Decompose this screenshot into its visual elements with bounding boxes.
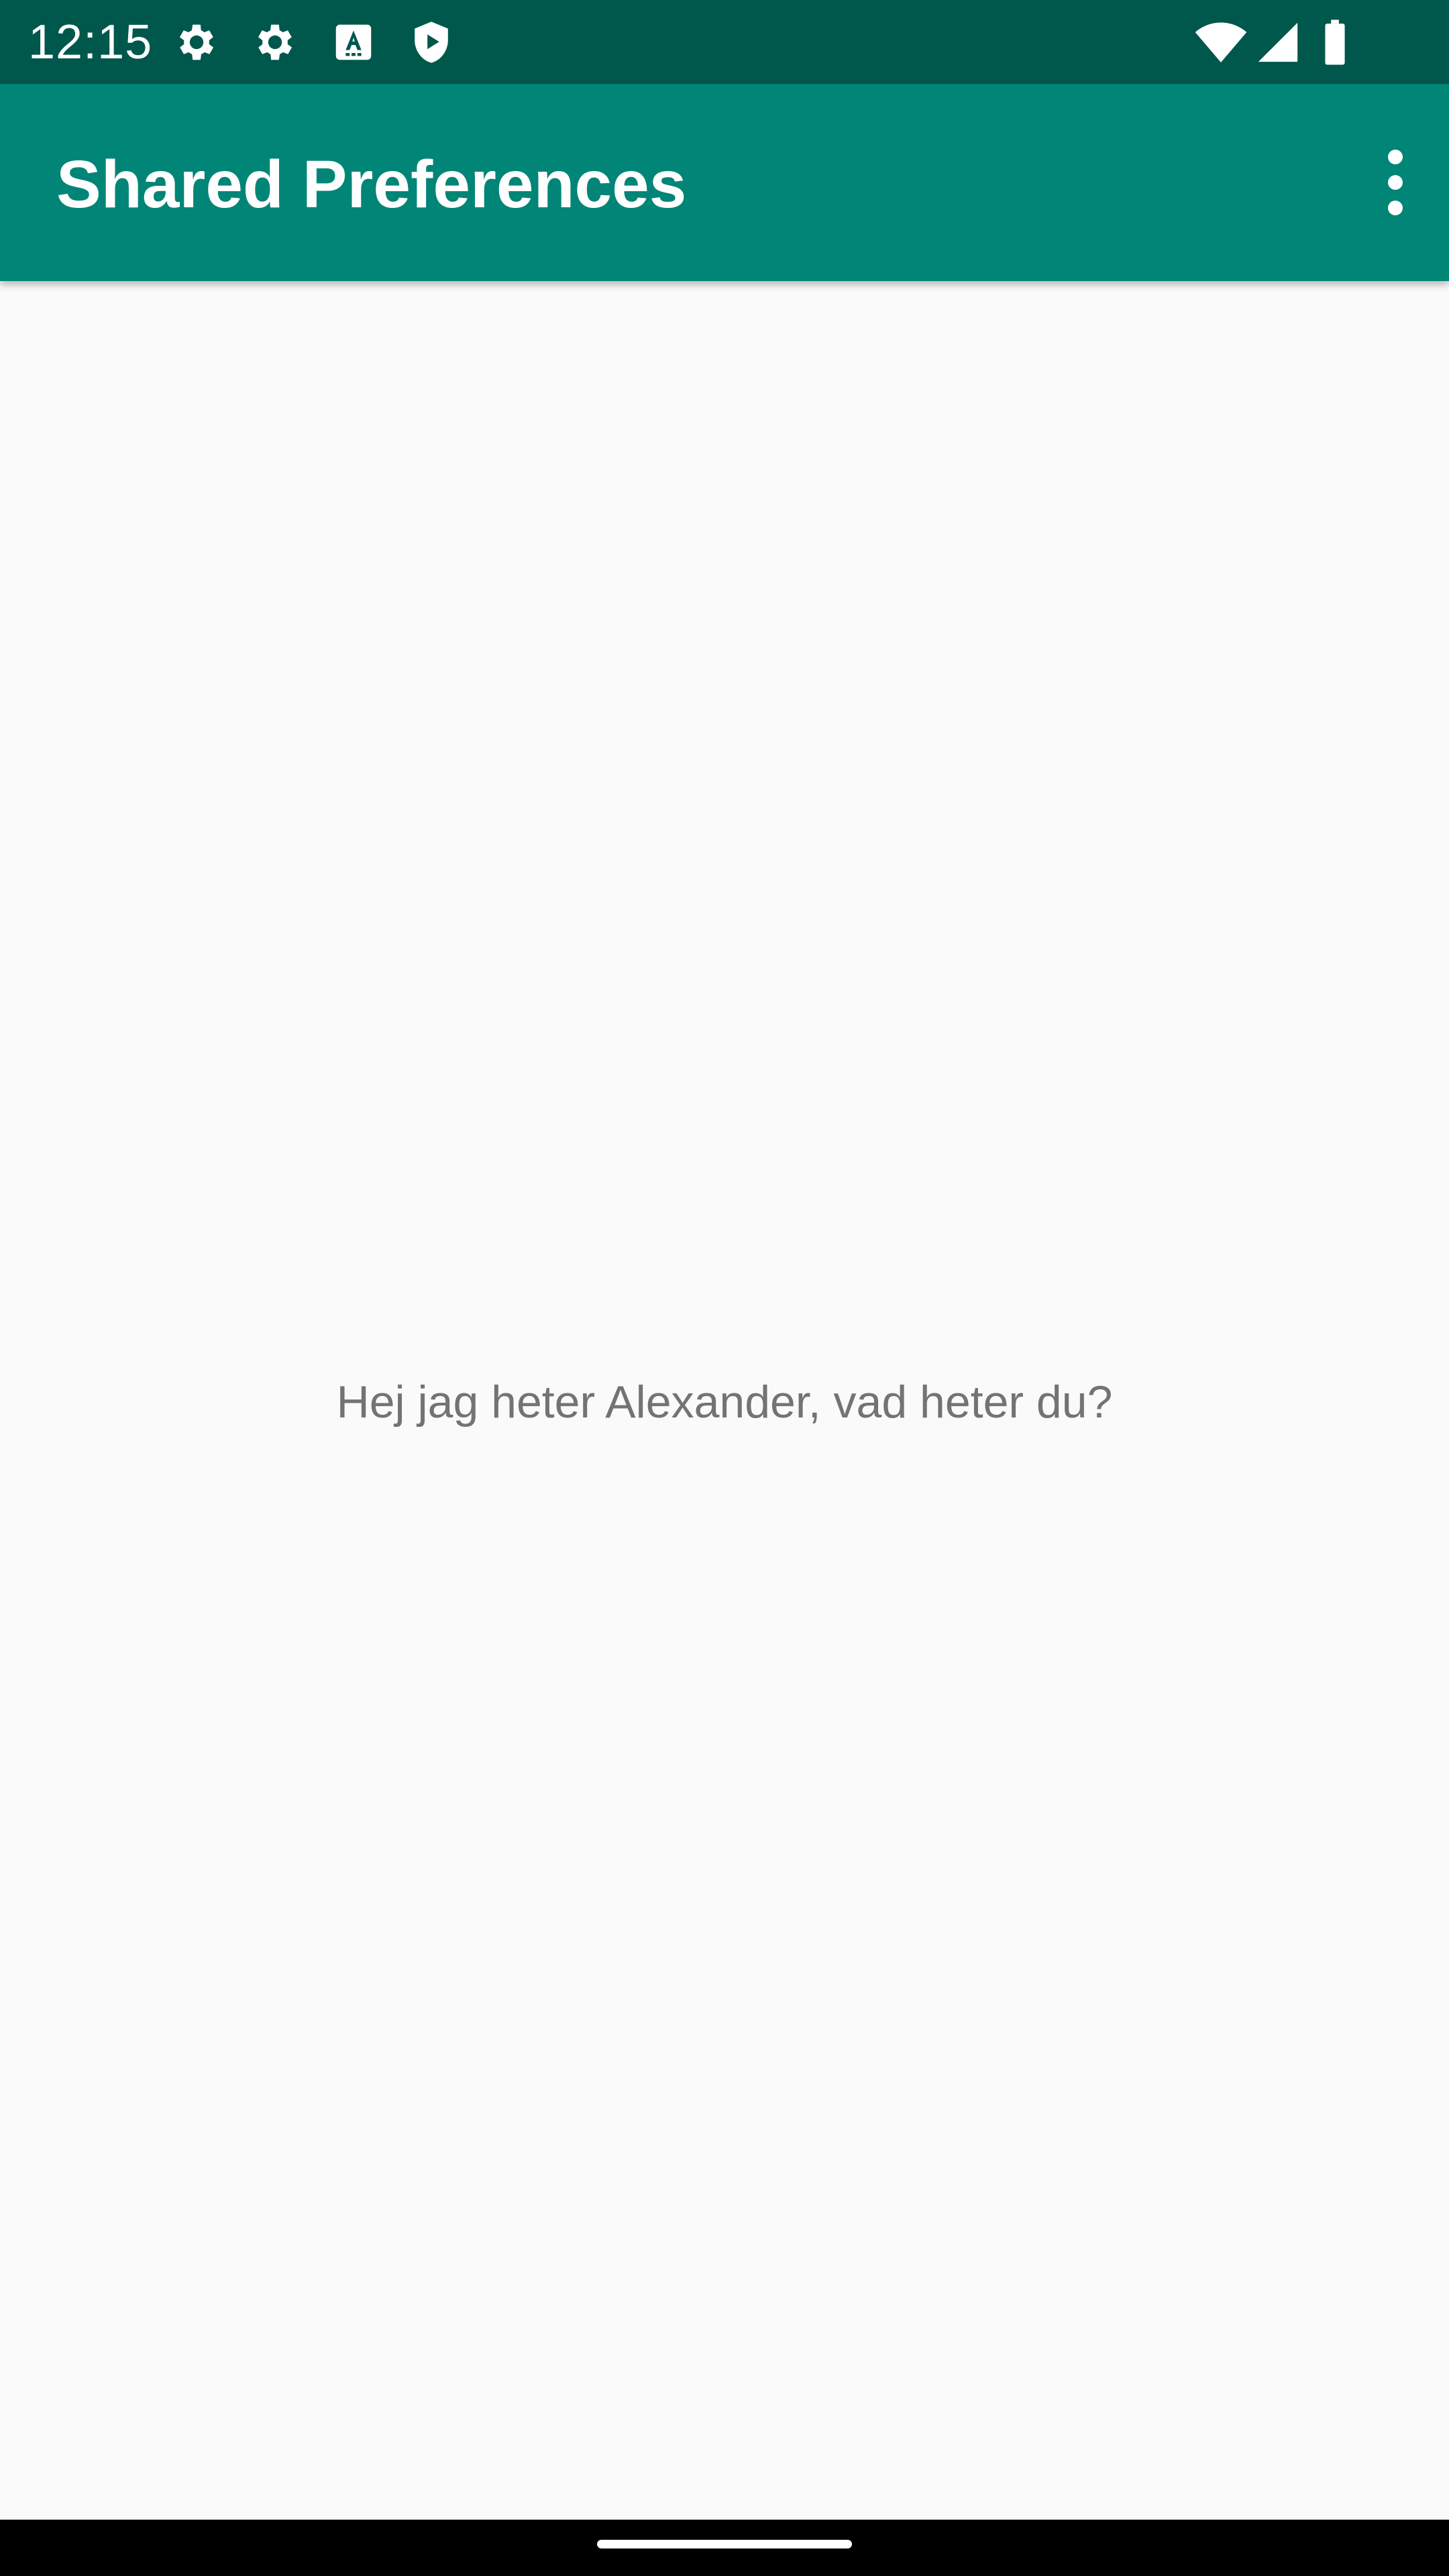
settings-icon — [173, 19, 220, 66]
app-bar: Shared Preferences — [0, 84, 1449, 281]
navigation-bar — [0, 2520, 1449, 2576]
status-time: 12:15 — [28, 15, 153, 69]
battery-icon — [1318, 19, 1352, 66]
app-title: Shared Preferences — [56, 147, 687, 222]
settings-icon — [252, 19, 299, 66]
cellular-signal-icon — [1254, 19, 1301, 66]
status-bar: 12:15 — [0, 0, 1449, 84]
more-vert-icon — [1362, 150, 1429, 225]
app-screen: 12:15 Shared Preferences Hej jag heter A… — [0, 0, 1449, 2576]
home-gesture-handle[interactable] — [597, 2540, 852, 2548]
keyboard-a-icon — [330, 19, 377, 66]
shield-play-icon — [408, 19, 455, 66]
wifi-icon — [1194, 19, 1247, 66]
overflow-menu-button[interactable] — [1362, 142, 1429, 223]
greeting-text: Hej jag heter Alexander, vad heter du? — [336, 1377, 1113, 1428]
